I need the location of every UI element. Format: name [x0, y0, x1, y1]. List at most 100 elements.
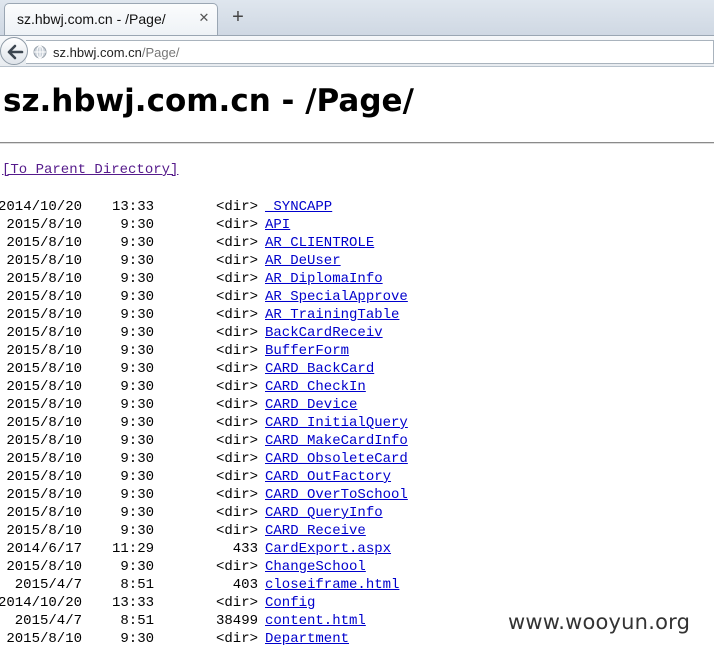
listing-time: 9:30 [120, 523, 154, 539]
listing-link[interactable]: CARD_OverToSchool [265, 486, 408, 504]
listing-link[interactable]: AR_DiplomaInfo [265, 270, 383, 288]
listing-time: 9:30 [120, 343, 154, 359]
listing-date: 2015/8/10 [6, 559, 82, 575]
tab-title: sz.hbwj.com.cn - /Page/ [17, 11, 166, 27]
back-button[interactable] [0, 37, 28, 65]
listing-date: 2015/8/10 [6, 361, 82, 377]
listing-link[interactable]: AR_DeUser [265, 252, 341, 270]
listing-link[interactable]: content.html [265, 612, 366, 630]
listing-time: 8:51 [120, 613, 154, 629]
listing-size: <dir> [215, 559, 258, 575]
listing-time: 9:30 [120, 505, 154, 521]
listing-size: <dir> [215, 379, 258, 395]
listing-link[interactable]: BackCardReceiv [265, 324, 383, 342]
globe-icon [33, 45, 47, 64]
listing-date: 2015/8/10 [6, 235, 82, 251]
listing-time: 9:30 [120, 433, 154, 449]
watermark: www.wooyun.org [508, 610, 691, 634]
listing-row: 2015/8/10 9:30 <dir> CARD_OverToSchool [0, 486, 714, 504]
listing-date: 2015/8/10 [6, 289, 82, 305]
listing-link[interactable]: BufferForm [265, 342, 349, 360]
listing-size: <dir> [215, 325, 258, 341]
listing-link[interactable]: ChangeSchool [265, 558, 366, 576]
listing-size: <dir> [215, 307, 258, 323]
listing-row: 2015/8/10 9:30 <dir> CARD_OutFactory [0, 468, 714, 486]
navigation-bar: sz.hbwj.com.cn/Page/ [0, 35, 714, 67]
listing-date: 2015/8/10 [6, 307, 82, 323]
listing-link[interactable]: CARD_Device [265, 396, 357, 414]
listing-size: <dir> [215, 469, 258, 485]
listing-time: 13:33 [111, 199, 154, 215]
listing-size: <dir> [215, 271, 258, 287]
tab-active[interactable]: sz.hbwj.com.cn - /Page/ ✕ [4, 3, 218, 35]
listing-date: 2015/8/10 [6, 379, 82, 395]
listing-link[interactable]: CARD_Receive [265, 522, 366, 540]
listing-size: <dir> [215, 451, 258, 467]
listing-date: 2015/8/10 [6, 253, 82, 269]
close-icon[interactable]: ✕ [197, 9, 211, 27]
listing-link[interactable]: API [265, 216, 290, 234]
listing-link[interactable]: Department [265, 630, 349, 648]
listing-time: 9:30 [120, 325, 154, 341]
listing-link[interactable]: CARD_MakeCardInfo [265, 432, 408, 450]
listing-size: <dir> [215, 199, 258, 215]
listing-date: 2015/8/10 [6, 487, 82, 503]
listing-time: 9:30 [120, 415, 154, 431]
listing-row: 2015/8/10 9:30 <dir> API [0, 216, 714, 234]
listing-time: 8:51 [120, 577, 154, 593]
new-tab-plus-icon[interactable]: + [228, 6, 248, 28]
listing-link[interactable]: CARD_BackCard [265, 360, 374, 378]
listing-date: 2015/8/10 [6, 469, 82, 485]
listing-time: 9:30 [120, 253, 154, 269]
listing-link[interactable]: closeiframe.html [265, 576, 399, 594]
listing-link[interactable]: CardExport.aspx [265, 540, 391, 558]
url-path: /Page/ [141, 45, 180, 60]
listing-link[interactable]: CARD_ObsoleteCard [265, 450, 408, 468]
listing-time: 9:30 [120, 379, 154, 395]
listing-link[interactable]: AR_CLIENTROLE [265, 234, 374, 252]
listing-time: 9:30 [120, 361, 154, 377]
listing-size: 38499 [215, 613, 258, 629]
listing-size: 433 [232, 541, 258, 557]
listing-link[interactable]: _SYNCAPP [265, 198, 332, 216]
address-bar[interactable]: sz.hbwj.com.cn/Page/ [26, 40, 714, 64]
listing-link[interactable]: AR_SpecialApprove [265, 288, 408, 306]
listing-size: <dir> [215, 595, 258, 611]
listing-time: 9:30 [120, 451, 154, 467]
listing-date: 2015/8/10 [6, 217, 82, 233]
listing-time: 13:33 [111, 595, 154, 611]
listing-size: <dir> [215, 433, 258, 449]
listing-size: <dir> [215, 487, 258, 503]
page-content: sz.hbwj.com.cn - /Page/ [To Parent Direc… [0, 67, 714, 653]
listing-link[interactable]: AR_TrainingTable [265, 306, 399, 324]
listing-row: 2015/8/10 9:30 <dir> AR_TrainingTable [0, 306, 714, 324]
listing-row: 2015/8/10 9:30 <dir> AR_SpecialApprove [0, 288, 714, 306]
listing-date: 2015/8/10 [6, 505, 82, 521]
listing-link[interactable]: CARD_QueryInfo [265, 504, 383, 522]
listing-link[interactable]: Config [265, 594, 315, 612]
listing-row: 2015/8/10 9:30 <dir> CARD_Receive [0, 522, 714, 540]
listing-size: <dir> [215, 343, 258, 359]
url-host: sz.hbwj.com.cn [53, 45, 142, 60]
directory-listing: 2014/10/20 13:33 <dir> _SYNCAPP 2015/8/10 9:3… [0, 198, 714, 648]
listing-row: 2015/8/10 9:30 <dir> AR_CLIENTROLE [0, 234, 714, 252]
listing-time: 9:30 [120, 559, 154, 575]
listing-row: 2015/8/10 9:30 <dir> CARD_CheckIn [0, 378, 714, 396]
listing-date: 2014/6/17 [6, 541, 82, 557]
url-text: sz.hbwj.com.cn/Page/ [53, 45, 179, 60]
tab-strip: sz.hbwj.com.cn - /Page/ ✕ + [0, 0, 714, 35]
listing-link[interactable]: CARD_InitialQuery [265, 414, 408, 432]
listing-date: 2015/8/10 [6, 433, 82, 449]
listing-row: 2015/8/10 9:30 <dir> BufferForm [0, 342, 714, 360]
listing-date: 2015/8/10 [6, 415, 82, 431]
listing-size: <dir> [215, 397, 258, 413]
listing-link[interactable]: CARD_OutFactory [265, 468, 391, 486]
listing-row: 2015/4/7 8:51 403 closeiframe.html [0, 576, 714, 594]
listing-size: <dir> [215, 523, 258, 539]
listing-size: 403 [232, 577, 258, 593]
listing-time: 9:30 [120, 289, 154, 305]
parent-directory-link[interactable]: [To Parent Directory] [2, 162, 178, 178]
listing-link[interactable]: CARD_CheckIn [265, 378, 366, 396]
listing-date: 2015/4/7 [14, 577, 82, 593]
listing-time: 9:30 [120, 235, 154, 251]
